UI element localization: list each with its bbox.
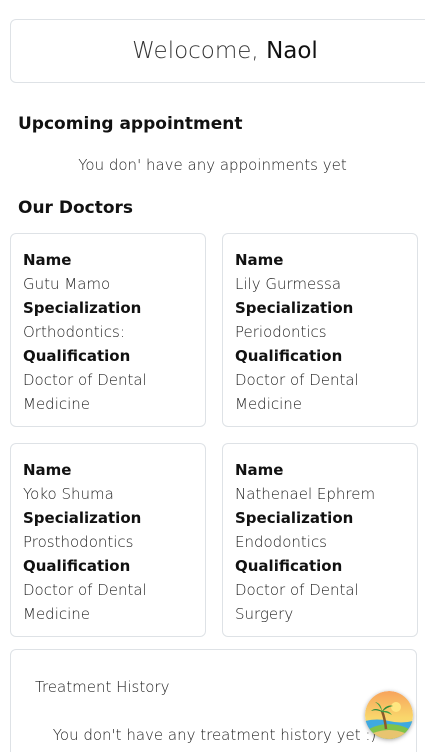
treatment-history-title: Treatment History xyxy=(35,678,170,696)
doctor-specialization: Prosthodontics xyxy=(23,533,134,551)
treatment-history-empty-message: You don't have any treatment history yet… xyxy=(52,726,377,744)
doctor-specialization: Orthodontics: xyxy=(23,323,125,341)
doctor-card[interactable]: Name Yoko Shuma Specialization Prosthodo… xyxy=(10,443,206,637)
doctor-name: Yoko Shuma xyxy=(23,485,114,503)
doctor-name-label: Name xyxy=(23,251,72,269)
doctor-specialization-label: Specialization xyxy=(23,509,142,527)
doctor-specialization-label: Specialization xyxy=(235,299,354,317)
doctor-name: Nathenael Ephrem xyxy=(235,485,376,503)
doctor-qualification-label: Qualification xyxy=(235,347,343,365)
doctor-qualification-line1: Doctor of Dental xyxy=(23,581,147,599)
beach-island-icon xyxy=(365,691,413,739)
doctor-card[interactable]: Name Gutu Mamo Specialization Orthodonti… xyxy=(10,233,206,427)
floating-action-button[interactable] xyxy=(365,691,413,739)
doctor-card[interactable]: Name Lily Gurmessa Specialization Period… xyxy=(222,233,418,427)
user-name: Naol xyxy=(266,38,318,64)
doctor-name-label: Name xyxy=(23,461,72,479)
appointments-heading: Upcoming appointment xyxy=(18,114,243,134)
treatment-history-card: Treatment History You don't have any tre… xyxy=(10,649,417,752)
appointments-empty-message: You don' have any appoinments yet xyxy=(78,156,347,174)
doctor-qualification-line2: Surgery xyxy=(235,605,294,623)
doctor-qualification-label: Qualification xyxy=(23,347,131,365)
doctor-qualification-line2: Medicine xyxy=(23,605,91,623)
doctor-specialization: Endodontics xyxy=(235,533,327,551)
doctors-heading: Our Doctors xyxy=(18,198,134,218)
doctor-qualification-line2: Medicine xyxy=(23,395,91,413)
doctor-specialization-label: Specialization xyxy=(23,299,142,317)
doctor-card[interactable]: Name Nathenael Ephrem Specialization End… xyxy=(222,443,418,637)
doctor-qualification-line1: Doctor of Dental xyxy=(235,371,359,389)
doctor-qualification-label: Qualification xyxy=(235,557,343,575)
doctor-qualification-label: Qualification xyxy=(23,557,131,575)
welcome-banner: Welocome, Naol xyxy=(10,19,425,83)
doctor-specialization: Periodontics xyxy=(235,323,327,341)
doctor-name-label: Name xyxy=(235,461,284,479)
doctor-name-label: Name xyxy=(235,251,284,269)
welcome-prefix: Welocome, xyxy=(132,38,259,64)
doctor-qualification-line2: Medicine xyxy=(235,395,303,413)
doctor-qualification-line1: Doctor of Dental xyxy=(23,371,147,389)
doctor-name: Gutu Mamo xyxy=(23,275,111,293)
home-page: Welocome, Naol Upcoming appointment You … xyxy=(0,0,425,752)
doctor-qualification-line1: Doctor of Dental xyxy=(235,581,359,599)
doctor-specialization-label: Specialization xyxy=(235,509,354,527)
doctor-name: Lily Gurmessa xyxy=(235,275,342,293)
